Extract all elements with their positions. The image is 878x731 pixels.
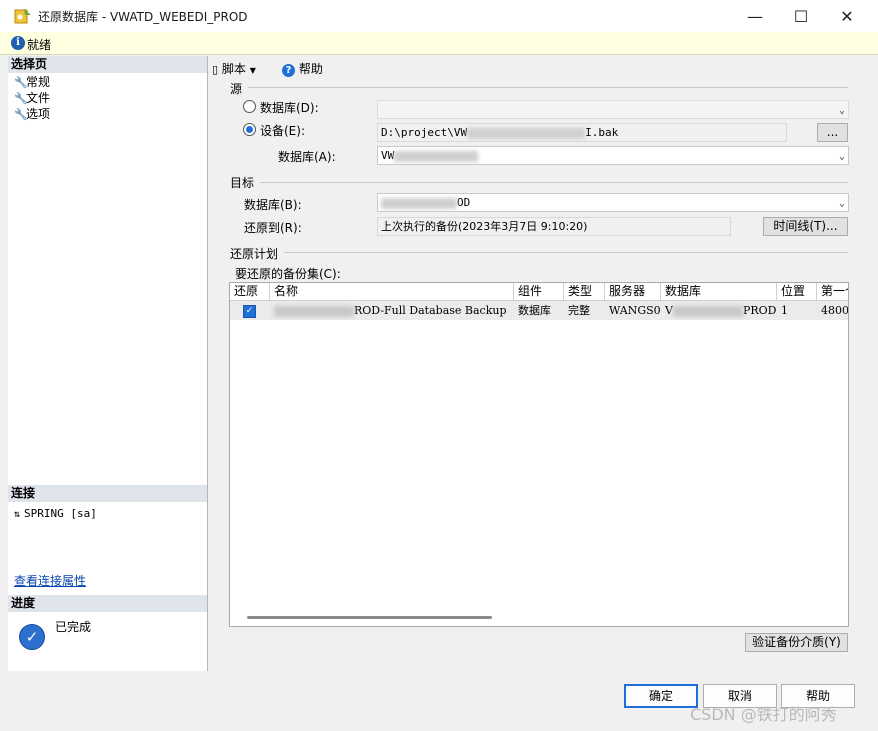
restore-plan-section-title: 还原计划 xyxy=(230,247,279,261)
source-device-field[interactable]: D:\project\VW I.bak xyxy=(377,123,787,142)
divider xyxy=(284,252,848,253)
restore-to-field: 上次执行的备份(2023年3月7日 9:10:20) xyxy=(377,217,731,236)
wrench-icon: 🔧 xyxy=(14,108,28,121)
chevron-down-icon: ▼ xyxy=(249,66,256,75)
table-row-restore-cell[interactable]: ✓ xyxy=(230,301,270,320)
table-row-server-cell: WANGS03 xyxy=(605,301,661,320)
page-label: 文件 xyxy=(26,91,51,105)
restore-checkbox[interactable]: ✓ xyxy=(243,305,256,318)
column-header-database[interactable]: 数据库 xyxy=(661,283,777,301)
chevron-down-icon: ⌄ xyxy=(838,105,845,116)
timeline-button[interactable]: 时间线(T)... xyxy=(763,217,848,236)
column-header-position[interactable]: 位置 xyxy=(777,283,817,301)
view-connection-properties-link[interactable]: 查看连接属性 xyxy=(14,572,86,589)
divider xyxy=(260,182,848,183)
script-label: 脚本 xyxy=(221,62,246,76)
redacted-text xyxy=(467,127,586,139)
source-db-label: 数据库(A): xyxy=(278,150,336,164)
wrench-icon: 🔧 xyxy=(14,92,28,105)
column-header-first-lsn[interactable]: 第一个 xyxy=(817,283,848,301)
verify-backup-media-button[interactable]: 验证备份介质(Y) xyxy=(745,633,848,652)
close-button[interactable]: ✕ xyxy=(824,0,870,32)
completed-check-icon: ✓ xyxy=(19,624,45,650)
source-device-label: 设备(E): xyxy=(260,124,305,138)
page-item-options[interactable]: 🔧选项 xyxy=(14,106,50,122)
horizontal-scrollbar[interactable] xyxy=(247,616,492,619)
window-title: 还原数据库 - VWATD_WEBEDI_PROD xyxy=(38,10,248,24)
table-row-name-cell: ROD-Full Database Backup xyxy=(270,301,514,320)
device-path-end: I.bak xyxy=(585,126,619,139)
table-row-component-cell: 数据库 xyxy=(514,301,564,320)
table-row-first-lsn-cell: 48000 xyxy=(817,301,848,320)
source-db-select[interactable]: VW ⌄ xyxy=(377,146,849,165)
page-item-files[interactable]: 🔧文件 xyxy=(14,90,50,106)
status-infobar: i 就绪 xyxy=(0,32,878,55)
restore-database-dialog: 还原数据库 - VWATD_WEBEDI_PROD — ☐ ✕ i 就绪 选择页… xyxy=(0,0,878,731)
table-row-position-cell: 1 xyxy=(777,301,817,320)
column-header-server[interactable]: 服务器 xyxy=(605,283,661,301)
minimize-button[interactable]: — xyxy=(732,0,778,32)
help-icon: ? xyxy=(282,64,295,77)
table-row-database-cell: V PROD xyxy=(661,301,777,320)
redacted-text xyxy=(274,305,354,317)
page-label: 选项 xyxy=(26,107,51,121)
source-database-select[interactable]: ⌄ xyxy=(377,100,849,119)
redacted-text xyxy=(381,197,457,209)
progress-header: 进度 xyxy=(8,595,207,612)
column-header-restore[interactable]: 还原 xyxy=(230,283,270,301)
progress-status: 已完成 xyxy=(55,620,92,634)
target-section-title: 目标 xyxy=(230,176,255,190)
db-suffix: PROD xyxy=(742,304,777,317)
server-icon: ⇅ xyxy=(14,509,21,520)
wrench-icon: 🔧 xyxy=(14,76,28,89)
source-section-title: 源 xyxy=(230,82,243,96)
divider xyxy=(248,87,848,88)
backup-sets-grid[interactable]: 还原 名称 组件 类型 服务器 数据库 位置 第一个 ✓ ROD-Full Da… xyxy=(229,282,849,627)
status-text: 就绪 xyxy=(27,38,52,52)
page-label: 常规 xyxy=(26,75,51,89)
column-header-name[interactable]: 名称 xyxy=(270,283,514,301)
page-item-general[interactable]: 🔧常规 xyxy=(14,74,50,90)
database-restore-icon xyxy=(14,9,31,24)
target-db-label: 数据库(B): xyxy=(244,198,302,212)
column-header-type[interactable]: 类型 xyxy=(564,283,605,301)
chevron-down-icon: ⌄ xyxy=(838,151,845,162)
device-path-start: D:\project\VW xyxy=(381,126,468,139)
source-database-radio[interactable] xyxy=(243,100,256,113)
target-db-select[interactable]: OD ⌄ xyxy=(377,193,849,212)
title-bar: 还原数据库 - VWATD_WEBEDI_PROD — ☐ ✕ xyxy=(0,0,878,32)
redacted-text xyxy=(394,150,479,162)
connection-info: ⇅ SPRING [sa] xyxy=(14,507,97,520)
help-label: 帮助 xyxy=(298,62,323,76)
restore-to-label: 还原到(R): xyxy=(244,221,302,235)
connection-text: SPRING [sa] xyxy=(24,507,97,520)
table-row-type-cell: 完整 xyxy=(564,301,605,320)
redacted-text xyxy=(672,305,743,317)
backup-sets-label: 要还原的备份集(C): xyxy=(235,267,341,281)
main-pane: ▯ 脚本 ▼ ? 帮助 源 数据库(D): ⌄ 设备(E): D:\projec… xyxy=(208,56,870,671)
maximize-button[interactable]: ☐ xyxy=(778,0,824,32)
browse-device-button[interactable]: ... xyxy=(817,123,848,142)
ok-button[interactable]: 确定 xyxy=(624,684,698,708)
script-icon: ▯ xyxy=(212,63,219,76)
select-page-header: 选择页 xyxy=(8,56,207,73)
db-prefix: V xyxy=(665,304,673,317)
script-button[interactable]: ▯ 脚本 ▼ xyxy=(212,60,256,77)
left-pane: 选择页 🔧常规 🔧文件 🔧选项 连接 ⇅ SPRING [sa] 查看连接属性 进… xyxy=(8,56,208,671)
chevron-down-icon: ⌄ xyxy=(838,198,845,209)
connection-header: 连接 xyxy=(8,485,207,502)
source-device-radio[interactable] xyxy=(243,123,256,136)
column-header-component[interactable]: 组件 xyxy=(514,283,564,301)
backup-name: ROD-Full Database Backup xyxy=(354,304,507,317)
help-toolbar-button[interactable]: ? 帮助 xyxy=(282,60,323,77)
target-db-value: OD xyxy=(457,196,471,209)
source-db-value: VW xyxy=(381,149,395,162)
info-icon: i xyxy=(11,36,25,50)
toolbar: ▯ 脚本 ▼ ? 帮助 xyxy=(208,56,870,78)
watermark: CSDN @铁打的阿秀 xyxy=(690,705,837,724)
source-database-label: 数据库(D): xyxy=(260,101,319,115)
